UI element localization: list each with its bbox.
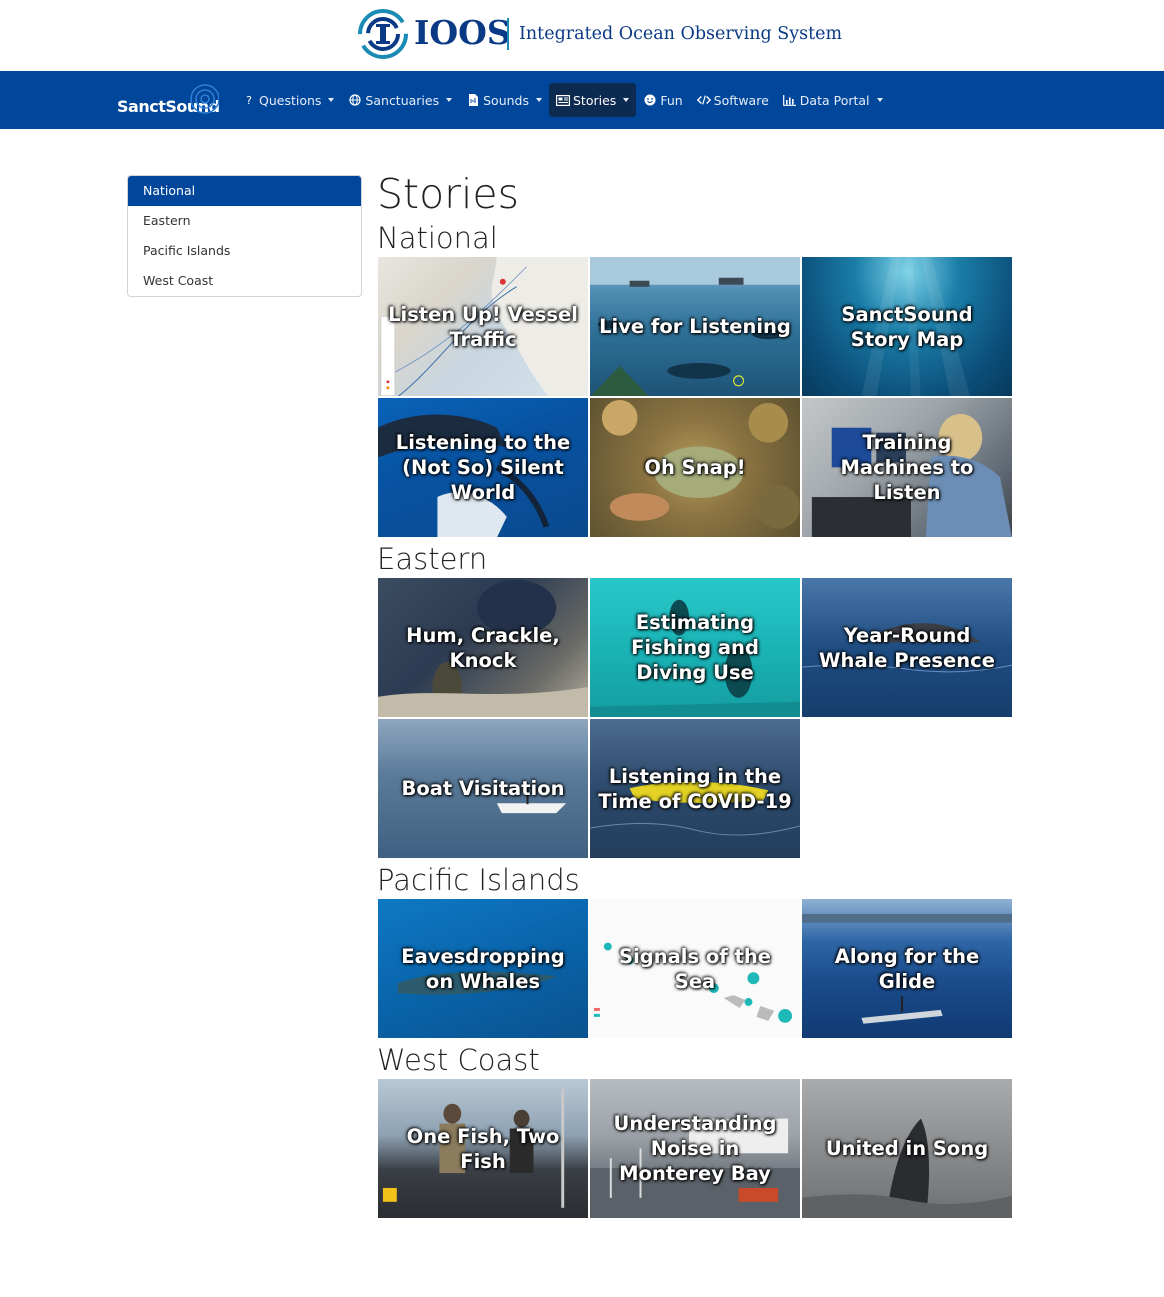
story-tile-title: Boat Visitation [401,777,565,800]
code-icon [696,93,711,107]
audio-file-icon [466,93,480,107]
story-tile-title: Listening to the (Not So) Silent World [395,431,571,504]
nav-data-portal-label: Data Portal [799,92,870,108]
nav-questions[interactable]: ? Questions [235,83,341,117]
story-tile[interactable]: Hum, Crackle, Knock [377,577,589,718]
sidebar-item-west-coast[interactable]: West Coast [128,266,361,296]
region-sidebar: National Eastern Pacific Islands West Co… [127,175,362,297]
question-icon: ? [246,93,252,107]
story-tile-title: Training Machines to Listen [840,431,974,504]
section-title-pacific-islands: Pacific Islands [377,863,580,897]
story-grid-national: Listen Up! Vessel Traffic Live for Liste… [377,256,1017,538]
caret-down-icon [446,98,453,102]
story-tile-title: United in Song [825,1137,989,1160]
story-tile[interactable]: Estimating Fishing and Diving Use [589,577,801,718]
story-tile-title: SanctSound Story Map [841,302,973,351]
caret-down-icon [536,98,542,102]
smile-icon [643,93,657,107]
ioos-wordmark[interactable]: IOOS [414,12,511,54]
story-tile[interactable]: Oh Snap! [589,397,801,538]
sound-rings-icon [190,84,219,114]
story-tile[interactable]: Understanding Noise in Monterey Bay [589,1078,801,1219]
main-navbar: SanctSound ? Questions Sanctuaries Sound… [0,71,1164,129]
brand-logo[interactable]: SanctSound [117,83,227,123]
story-tile-title: Understanding Noise in Monterey Bay [613,1112,777,1185]
nav-questions-label: Questions [259,92,322,108]
section-title-eastern: Eastern [377,542,488,576]
nav-fun[interactable]: Fun [636,83,689,117]
stories-main: Stories National Listen Up! Vessel Traff… [377,168,1017,1222]
story-tile[interactable]: Listening to the (Not So) Silent World [377,397,589,538]
ioos-logo-icon[interactable] [357,7,409,61]
grid-filler [801,718,1013,859]
story-tile[interactable]: Live for Listening [589,256,801,397]
caret-down-icon [328,98,335,102]
nav-software-label: Software [713,92,769,108]
story-tile[interactable]: Training Machines to Listen [801,397,1013,538]
section-title-west-coast: West Coast [377,1043,540,1077]
page-title: Stories [377,170,520,218]
sidebar-item-pacific-islands[interactable]: Pacific Islands [128,236,361,266]
globe-icon [348,93,362,107]
nav-sounds[interactable]: Sounds [459,83,549,117]
story-tile[interactable]: Boat Visitation [377,718,589,859]
story-tile-title: Hum, Crackle, Knock [406,623,560,672]
nav-software[interactable]: Software [690,83,776,117]
story-tile-title: Eavesdropping on Whales [401,944,565,993]
ioos-fullname[interactable]: Integrated Ocean Observing System [519,22,842,46]
nav-menu: ? Questions Sanctuaries Sounds Stories F… [235,83,890,117]
story-tile-title: Listening in the Time of COVID-19 [598,764,792,813]
ioos-banner: IOOS Integrated Ocean Observing System [0,0,1164,71]
caret-down-icon [876,98,883,102]
story-tile-title: Listen Up! Vessel Traffic [388,302,578,351]
story-tile[interactable]: Signals of the Sea [589,898,801,1039]
story-grid-west-coast: One Fish, Two Fish Understanding Noise i… [377,1078,1017,1219]
story-tile[interactable]: Eavesdropping on Whales [377,898,589,1039]
sidebar-item-national[interactable]: National [128,176,361,206]
story-tile-title: Along for the Glide [834,944,980,993]
nav-sanctuaries[interactable]: Sanctuaries [341,83,459,117]
story-tile[interactable]: SanctSound Story Map [801,256,1013,397]
story-tile[interactable]: Listening in the Time of COVID-19 [589,718,801,859]
story-tile-title: Signals of the Sea [619,944,771,993]
nav-stories[interactable]: Stories [549,83,637,117]
nav-sounds-label: Sounds [483,92,529,108]
story-tile-title: Year-Round Whale Presence [819,623,995,672]
story-grid-pacific-islands: Eavesdropping on Whales Signals of the S… [377,898,1017,1039]
nav-fun-label: Fun [660,92,683,108]
section-title-national: National [377,221,498,255]
story-tile[interactable]: Year-Round Whale Presence [801,577,1013,718]
story-tile[interactable]: Listen Up! Vessel Traffic [377,256,589,397]
story-tile-title: Live for Listening [599,315,791,338]
story-tile-title: One Fish, Two Fish [406,1124,560,1173]
story-tile[interactable]: One Fish, Two Fish [377,1078,589,1219]
story-tile-title: Oh Snap! [644,456,746,479]
bar-chart-icon [783,93,797,107]
logo-divider [507,18,509,50]
newspaper-icon [556,93,570,107]
nav-stories-label: Stories [573,92,617,108]
sidebar-item-eastern[interactable]: Eastern [128,206,361,236]
story-tile[interactable]: Along for the Glide [801,898,1013,1039]
story-tile[interactable]: United in Song [801,1078,1013,1219]
story-tile-title: Estimating Fishing and Diving Use [631,611,759,684]
nav-data-portal[interactable]: Data Portal [776,83,890,117]
nav-sanctuaries-label: Sanctuaries [365,92,440,108]
caret-down-icon [623,98,630,102]
story-grid-eastern: Hum, Crackle, Knock Estimating Fishing a… [377,577,1017,859]
